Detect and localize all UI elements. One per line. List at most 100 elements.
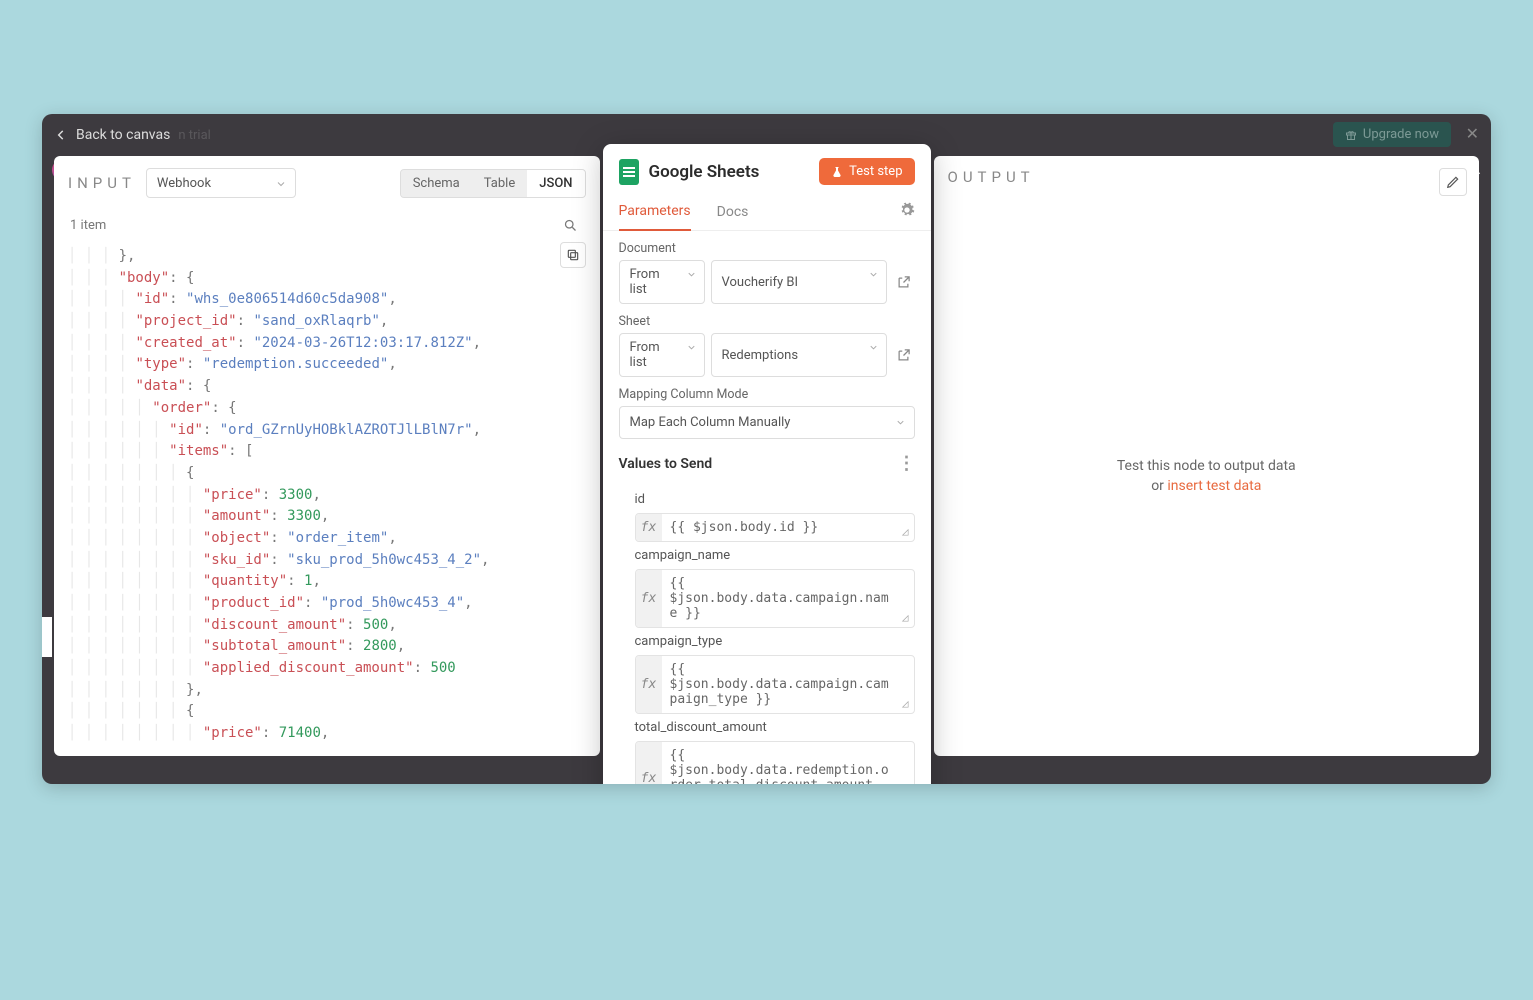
view-schema[interactable]: Schema (401, 170, 472, 197)
chevron-down-icon (868, 269, 879, 280)
close-button[interactable]: ✕ (1466, 124, 1479, 143)
values-menu-button[interactable]: ⋮ (898, 453, 915, 474)
json-line: │ │ │ │ │ │ │ │ "price": 71400, (68, 723, 586, 745)
json-line: │ │ │ │ │ │ "id": "ord_GZrnUyHOBklAZROTJ… (68, 420, 586, 442)
config-settings-button[interactable] (899, 202, 915, 224)
document-open-external[interactable] (893, 260, 915, 304)
sheet-value: Redemptions (722, 348, 799, 363)
value-field: campaign_typefx{{ $json.body.data.campai… (619, 634, 915, 714)
sheet-mode-select[interactable]: From list (619, 333, 705, 377)
input-subheader: 1 item (54, 208, 600, 246)
arrow-left-icon (54, 128, 68, 142)
output-empty-line1: Test this node to output data (1117, 458, 1296, 474)
input-header: INPUT Webhook Schema Table JSON (54, 156, 600, 208)
output-title: OUTPUT (948, 168, 1035, 186)
google-sheets-icon (619, 159, 639, 185)
insert-test-data-link[interactable]: insert test data (1167, 478, 1261, 494)
json-line: │ │ │ }, (68, 246, 586, 268)
config-title: Google Sheets (649, 162, 760, 182)
pencil-icon (1446, 175, 1460, 189)
json-line: │ │ │ "body": { (68, 268, 586, 290)
fx-icon: fx (636, 656, 662, 713)
json-line: │ │ │ │ │ │ │ │ "subtotal_amount": 2800, (68, 636, 586, 658)
expression-input[interactable]: fx{{ $json.body.data.campaign.campaign_t… (635, 655, 915, 714)
copy-icon (566, 248, 580, 262)
external-link-icon (896, 275, 911, 290)
mapping-field: Mapping Column Mode Map Each Column Manu… (619, 387, 915, 439)
output-edit-button[interactable] (1439, 168, 1467, 196)
search-icon (563, 218, 578, 233)
copy-button[interactable] (560, 242, 586, 268)
config-tabs: Parameters Docs (603, 195, 931, 231)
sheet-label: Sheet (619, 314, 915, 329)
test-step-label: Test step (849, 164, 902, 179)
gift-icon (1345, 129, 1357, 141)
external-link-icon (896, 348, 911, 363)
expression-value: {{ $json.body.data.redemption.order.tota… (662, 742, 914, 784)
expression-input[interactable]: fx{{ $json.body.data.campaign.name }}◿ (635, 569, 915, 628)
view-json[interactable]: JSON (527, 170, 584, 197)
back-to-canvas-button[interactable]: Back to canvas (54, 127, 170, 143)
fx-icon: fx (636, 570, 662, 627)
json-line: │ │ │ │ "data": { (68, 376, 586, 398)
test-step-button[interactable]: Test step (819, 158, 914, 185)
expression-value: {{ $json.body.data.campaign.campaign_typ… (662, 656, 914, 713)
value-field-label: total_discount_amount (635, 720, 915, 735)
value-field-label: id (635, 492, 915, 507)
view-toggle: Schema Table JSON (400, 169, 586, 198)
sheet-field: Sheet From list Redemptions (619, 314, 915, 377)
document-label: Document (619, 241, 915, 256)
gear-icon (899, 202, 915, 218)
expression-input[interactable]: fx{{ $json.body.data.redemption.order.to… (635, 741, 915, 784)
fx-icon: fx (636, 742, 662, 784)
search-button[interactable] (558, 212, 584, 238)
sheet-value-select[interactable]: Redemptions (711, 333, 887, 377)
view-table[interactable]: Table (472, 170, 527, 197)
config-header: Google Sheets Test step (603, 144, 931, 195)
input-source-select[interactable]: Webhook (146, 168, 296, 198)
expression-input[interactable]: fx{{ $json.body.id }}◿ (635, 513, 915, 542)
config-body: Document From list Voucherify BI (603, 231, 931, 784)
input-title: INPUT (68, 174, 136, 192)
mapping-value: Map Each Column Manually (630, 415, 791, 430)
json-viewer[interactable]: │ │ │ },│ │ │ "body": {│ │ │ │ "id": "wh… (54, 246, 600, 756)
resize-handle-icon: ◿ (902, 697, 909, 710)
json-line: │ │ │ │ "project_id": "sand_oxRlaqrb", (68, 311, 586, 333)
mapping-select[interactable]: Map Each Column Manually (619, 406, 915, 439)
value-field: campaign_namefx{{ $json.body.data.campai… (619, 548, 915, 628)
expression-value: {{ $json.body.id }} (662, 514, 914, 541)
mapping-label: Mapping Column Mode (619, 387, 915, 402)
value-field: id fx{{ $json.body.id }}◿ (619, 492, 915, 542)
json-line: │ │ │ │ │ │ │ │ "discount_amount": 500, (68, 615, 586, 637)
json-line: │ │ │ │ │ │ │ │ "price": 3300, (68, 485, 586, 507)
tips-strip (42, 617, 52, 657)
output-empty-prefix: or (1151, 478, 1167, 494)
chevron-down-icon (686, 342, 697, 353)
sheet-open-external[interactable] (893, 333, 915, 377)
value-field: total_discount_amountfx{{ $json.body.dat… (619, 720, 915, 784)
input-source-value: Webhook (157, 176, 211, 191)
json-line: │ │ │ │ │ │ │ │ "object": "order_item", (68, 528, 586, 550)
document-mode-select[interactable]: From list (619, 260, 705, 304)
resize-handle-icon: ◿ (902, 525, 909, 538)
chevron-down-icon (275, 178, 287, 190)
values-label: Values to Send (619, 456, 713, 472)
json-line: │ │ │ │ "type": "redemption.succeeded", (68, 354, 586, 376)
value-field-label: campaign_type (635, 634, 915, 649)
input-panel: INPUT Webhook Schema Table JSON 1 item (54, 156, 600, 756)
output-panel: OUTPUT Test this node to output data or … (934, 156, 1480, 756)
json-line: │ │ │ │ │ │ │ { (68, 701, 586, 723)
json-line: │ │ │ │ │ │ "items": [ (68, 441, 586, 463)
chevron-down-icon (686, 269, 697, 280)
back-label: Back to canvas (76, 127, 170, 143)
node-config-panel: Google Sheets Test step Parameters Docs … (603, 144, 931, 784)
json-line: │ │ │ │ │ │ │ { (68, 463, 586, 485)
upgrade-button[interactable]: Upgrade now (1333, 122, 1451, 147)
expression-value: {{ $json.body.data.campaign.name }} (662, 570, 914, 627)
document-value-select[interactable]: Voucherify BI (711, 260, 887, 304)
tab-parameters[interactable]: Parameters (619, 195, 691, 231)
json-line: │ │ │ │ │ "order": { (68, 398, 586, 420)
tab-docs[interactable]: Docs (717, 196, 749, 230)
item-count: 1 item (70, 218, 106, 233)
chevron-down-icon (895, 417, 906, 428)
